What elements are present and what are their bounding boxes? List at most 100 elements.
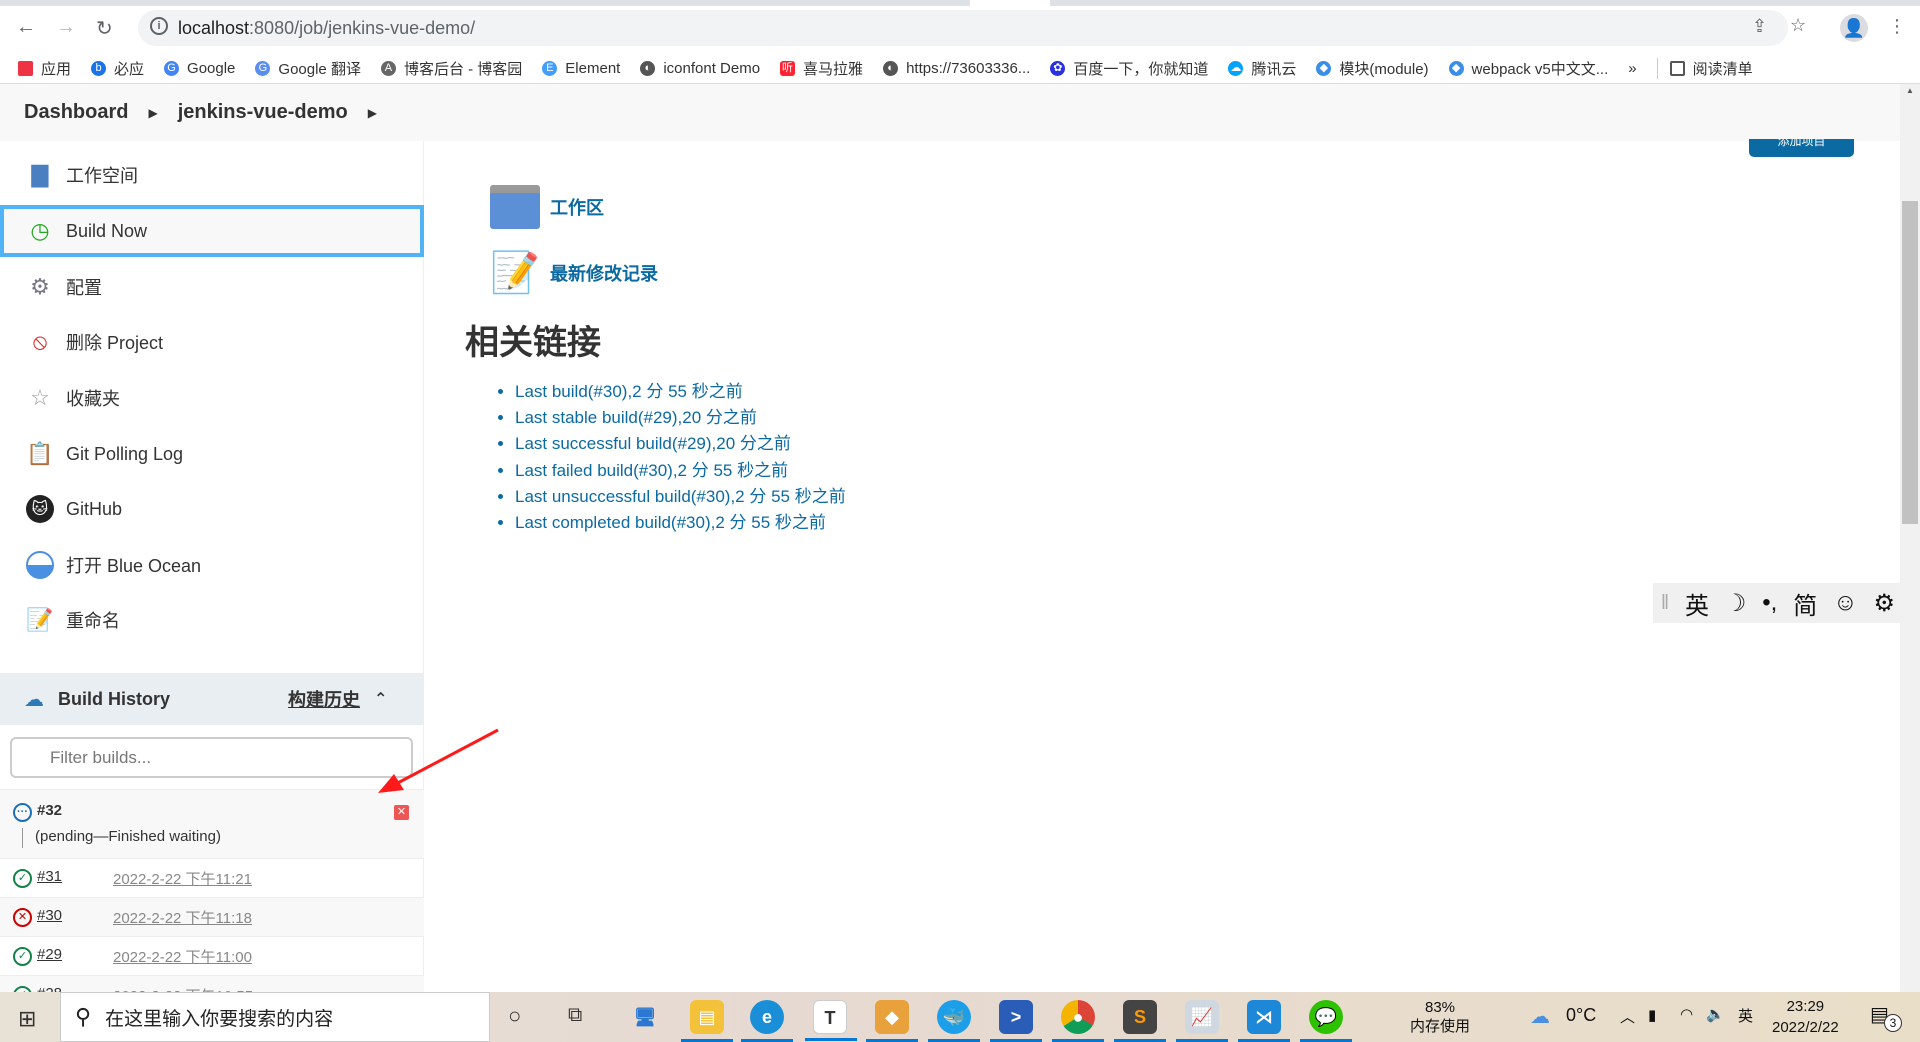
wifi-icon[interactable]: ◠ [1680, 1005, 1693, 1023]
collapse-chevron-up-icon[interactable]: ⌃ [374, 689, 387, 709]
sidebar: ▇ 工作空间 ◷ Build Now ⚙ 配置 ⦸ 删除 Project ☆ 收藏夹 📋 G… [0, 141, 424, 1014]
powershell-icon[interactable]: > [990, 1000, 1042, 1042]
weather-icon[interactable]: ☁ [1530, 1004, 1550, 1029]
ime-settings-icon[interactable]: ⚙ [1873, 589, 1895, 618]
forward-icon[interactable]: → [56, 16, 76, 39]
vscode-icon[interactable]: ⋊ [1238, 1000, 1290, 1042]
bookmark-element[interactable]: E Element [542, 60, 620, 77]
bookmark-baidu[interactable]: ✿ 百度一下，你就知道 [1050, 58, 1208, 79]
sidebar-item-github[interactable]: 🐱 GitHub [0, 483, 424, 535]
cortana-icon[interactable]: ○ [508, 1003, 521, 1029]
info-icon[interactable]: i [150, 17, 168, 35]
typora-icon[interactable]: T [805, 1000, 857, 1041]
breadcrumb-dashboard[interactable]: Dashboard [24, 101, 128, 124]
tray-chevron-up-icon[interactable]: ︿ [1620, 1006, 1635, 1027]
emoji-icon[interactable]: ☺ [1833, 589, 1858, 617]
punctuation-icon[interactable]: •, [1762, 589, 1777, 617]
scrollbar-thumb[interactable] [1902, 201, 1918, 524]
reading-list[interactable]: 阅读清单 [1656, 58, 1753, 79]
bookmark-url[interactable]: ◐ https://73603336... [883, 60, 1030, 77]
bookmark-ximalaya[interactable]: 听喜马拉雅 [780, 58, 863, 79]
build-number[interactable]: #32 [37, 802, 62, 819]
windows-start-icon[interactable]: ⊞ [18, 1006, 36, 1032]
notepad-icon: 📝 [26, 607, 54, 632]
build-date[interactable]: 2022-2-22 下午11:00 [113, 946, 252, 967]
last-successful-build-link[interactable]: Last successful build(#29),20 分之前 [515, 434, 791, 453]
bookmark-google-translate[interactable]: G Google 翻译 [255, 58, 361, 79]
workspace-link[interactable]: 工作区 [490, 185, 604, 229]
last-build-link[interactable]: Last build(#30),2 分 55 秒之前 [515, 382, 743, 401]
volume-icon[interactable]: 🔈 [1706, 1005, 1725, 1023]
bookmark-star-icon[interactable]: ☆ [1790, 15, 1806, 36]
changes-link[interactable]: 📝 最新修改记录 [490, 247, 658, 299]
last-failed-build-link[interactable]: Last failed build(#30),2 分 55 秒之前 [515, 461, 788, 480]
bookmark-cnblogs[interactable]: A 博客后台 - 博客园 [380, 58, 522, 79]
taskbar-search[interactable]: ⚲ 在这里输入你要搜索的内容 [60, 992, 490, 1042]
profile-avatar-icon[interactable]: 👤 [1840, 14, 1868, 42]
task-view-icon[interactable]: ⧉ [568, 1004, 582, 1027]
menu-kebab-icon[interactable]: ⋮ [1888, 16, 1906, 37]
sidebar-item-rename[interactable]: 📝 重命名 [0, 594, 424, 646]
temperature[interactable]: 0°C [1566, 1005, 1596, 1026]
moon-icon[interactable]: ☽ [1725, 589, 1747, 618]
bookmark-google[interactable]: G Google [164, 60, 235, 77]
build-number[interactable]: #29 [37, 946, 62, 963]
chevron-right-icon[interactable]: ▶ [368, 106, 377, 120]
clock[interactable]: 23:29 2022/2/22 [1772, 996, 1839, 1038]
chrome-icon[interactable]: ● [1052, 1000, 1104, 1042]
wechat-icon[interactable]: 💬 [1300, 1000, 1352, 1042]
battery-icon[interactable]: ▮ [1648, 1006, 1656, 1024]
bookmark-webpack[interactable]: ◆ webpack v5中文文... [1448, 58, 1608, 79]
share-icon[interactable]: ⇪ [1752, 16, 1767, 37]
gear-icon: ⚙ [30, 274, 50, 299]
sidebar-item-favorite[interactable]: ☆ 收藏夹 [0, 372, 424, 424]
memory-usage[interactable]: 83% 内存使用 [1410, 998, 1470, 1036]
pending-icon: ··· [13, 803, 32, 822]
bookmark-apps[interactable]: 应用 [18, 58, 71, 79]
sidebar-item-git-polling-log[interactable]: 📋 Git Polling Log [0, 428, 424, 480]
bookmark-bing[interactable]: b 必应 [91, 58, 144, 79]
edge-icon[interactable]: e [741, 1000, 793, 1042]
bookmarks-more[interactable]: » [1628, 60, 1636, 77]
address-bar[interactable]: i localhost:8080/job/jenkins-vue-demo/ ⇪… [138, 10, 1806, 46]
build-number[interactable]: #31 [37, 868, 62, 885]
reload-icon[interactable]: ↻ [96, 16, 113, 41]
build-trend-link[interactable]: 构建历史 [288, 686, 360, 712]
filter-builds-input[interactable] [10, 737, 413, 778]
build-date[interactable]: 2022-2-22 下午11:21 [113, 868, 252, 889]
sidebar-item-blue-ocean[interactable]: 打开 Blue Ocean [0, 539, 424, 591]
list-item: Last stable build(#29),20 分之前 [515, 403, 846, 429]
sublime-icon[interactable]: S [1114, 1000, 1166, 1042]
bookmark-tencent-cloud[interactable]: ☁ 腾讯云 [1228, 58, 1296, 79]
sidebar-item-build-now[interactable]: ◷ Build Now [0, 205, 424, 257]
build-date[interactable]: 2022-2-22 下午11:18 [113, 907, 252, 928]
bookmark-module[interactable]: ◆ 模块(module) [1316, 58, 1429, 79]
git-icon[interactable]: ◆ [866, 1000, 918, 1042]
taskbar: ⊞ ⚲ 在这里输入你要搜索的内容 ○ ⧉ 🖥 ▤ e T ◆ 🐳 > ● S 📈 … [0, 992, 1920, 1042]
last-stable-build-link[interactable]: Last stable build(#29),20 分之前 [515, 408, 757, 427]
ime-indicator[interactable]: 英 [1738, 1005, 1753, 1026]
bookmark-iconfont[interactable]: ◐ iconfont Demo [640, 60, 760, 77]
file-explorer-icon[interactable]: ▤ [681, 1000, 733, 1042]
back-icon[interactable]: ← [16, 16, 36, 39]
last-unsuccessful-build-link[interactable]: Last unsuccessful build(#30),2 分 55 秒之前 [515, 487, 846, 506]
workspace-link-label: 工作区 [550, 198, 604, 218]
cancel-build-icon[interactable]: ✕ [394, 805, 409, 820]
monitor-app-icon[interactable]: 📈 [1176, 1000, 1228, 1042]
docker-icon[interactable]: 🐳 [928, 1000, 980, 1042]
drag-handle-icon[interactable]: ‖ [1661, 592, 1669, 615]
ime-simplified-toggle[interactable]: 简 [1793, 586, 1817, 621]
sidebar-item-delete-project[interactable]: ⦸ 删除 Project [0, 316, 424, 368]
new-item-button[interactable]: 添加项目 [1749, 139, 1854, 157]
sidebar-item-workspace[interactable]: ▇ 工作空间 [0, 149, 424, 201]
breadcrumb-job[interactable]: jenkins-vue-demo [178, 101, 348, 124]
sidebar-item-configure[interactable]: ⚙ 配置 [0, 261, 424, 313]
url-text: localhost:8080/job/jenkins-vue-demo/ [178, 18, 475, 39]
this-pc-icon[interactable]: 🖥 [628, 1000, 662, 1034]
ime-lang-toggle[interactable]: 英 [1685, 586, 1709, 621]
page-scrollbar[interactable]: ▲ [1900, 84, 1920, 992]
chevron-right-icon[interactable]: ▶ [148, 106, 157, 120]
scroll-up-icon[interactable]: ▲ [1906, 86, 1914, 95]
build-number[interactable]: #30 [37, 907, 62, 924]
last-completed-build-link[interactable]: Last completed build(#30),2 分 55 秒之前 [515, 513, 826, 532]
